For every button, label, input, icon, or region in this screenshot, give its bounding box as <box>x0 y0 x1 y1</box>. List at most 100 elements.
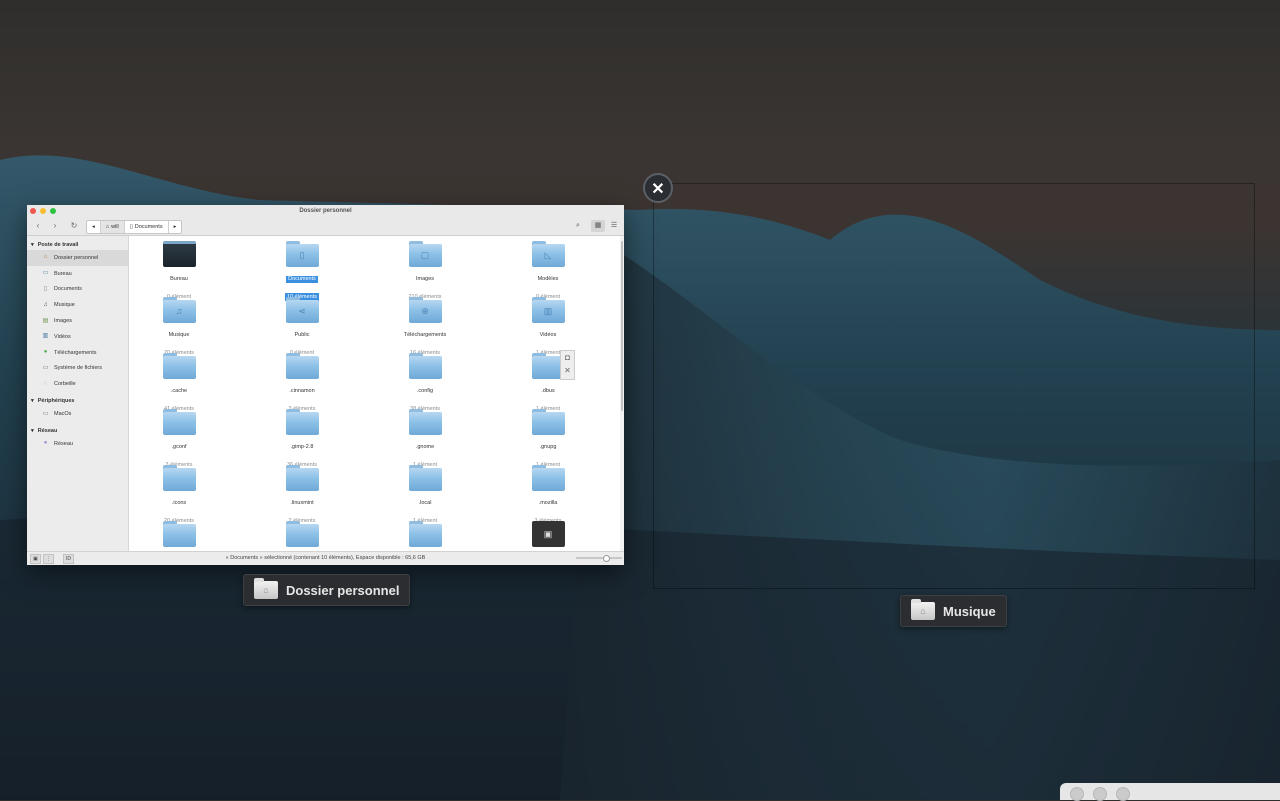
file-item[interactable]: .cinnamon 3 éléments <box>262 353 342 415</box>
file-item[interactable]: .gconf 3 éléments <box>139 409 219 471</box>
file-item[interactable]: .gnome 1 élément <box>385 409 465 471</box>
video-file-icon: ▣ <box>531 521 565 547</box>
forward-icon[interactable]: › <box>48 220 62 232</box>
close-workspace-button[interactable]: ✕ <box>643 173 673 203</box>
breadcrumb-documents[interactable]: ▯ Documents <box>125 221 169 233</box>
sidebar-item[interactable]: ● Réseau <box>27 436 128 452</box>
icon-view-button[interactable]: ▦ <box>591 220 605 232</box>
file-item[interactable]: .icons 20 éléments <box>139 465 219 527</box>
sidebar: ▾ Poste de travail ⌂ Dossier personnel ▭ Bure… <box>27 236 129 552</box>
file-name: .gconf <box>171 444 187 450</box>
file-item[interactable]: .linuxmint 2 éléments <box>262 465 342 527</box>
folder-icon: ▥ <box>531 297 565 323</box>
file-name: .gnome <box>415 444 435 450</box>
breadcrumb-prev-button[interactable]: ◂ <box>87 221 101 233</box>
minimize-window-button[interactable] <box>40 208 46 214</box>
search-icon[interactable]: ⌕ <box>572 220 584 232</box>
bottom-window-peek[interactable] <box>1060 783 1280 801</box>
sidebar-item[interactable]: ▤ Images <box>27 313 128 329</box>
folder-icon <box>408 409 442 435</box>
sidebar-section-header[interactable]: ▾ Réseau <box>27 422 128 436</box>
folder-icon: ⊕ <box>408 297 442 323</box>
drive-icon: ▭ <box>42 364 49 371</box>
sidebar-item[interactable]: ▭ MacOs <box>27 406 128 422</box>
file-name: Public <box>294 332 310 338</box>
network-icon: ● <box>43 440 48 447</box>
window-titlebar[interactable]: Dossier personnel <box>27 205 624 217</box>
file-item[interactable]: .gimp-2.8 36 éléments <box>262 409 342 471</box>
home-folder-icon: ⌂ <box>254 578 278 599</box>
drive-icon: ▭ <box>42 410 49 417</box>
sidebar-item[interactable]: ♫ Musique <box>27 297 128 313</box>
zoom-slider-knob[interactable] <box>603 555 610 562</box>
lock-icon: ◘ <box>565 353 570 362</box>
sidebar-item[interactable]: ▭ Système de fichiers <box>27 361 128 377</box>
lock-emblem-icon: ◘ ✕ <box>560 350 575 380</box>
file-item[interactable]: .cache 41 éléments <box>139 353 219 415</box>
file-item[interactable]: Bureau 0 élément <box>139 241 219 303</box>
reload-icon[interactable]: ↻ <box>67 220 81 232</box>
folder-icon <box>531 409 565 435</box>
home-icon: ⌂ <box>43 254 48 261</box>
file-item[interactable] <box>385 521 465 547</box>
breadcrumb-next-button[interactable]: ▸ <box>169 221 182 233</box>
sidebar-item[interactable]: ▥ Vidéos <box>27 329 128 345</box>
file-name: .icons <box>171 500 187 506</box>
file-manager-window[interactable]: Dossier personnel ‹ › ↻ ◂ ⌂ will ▯ Documen… <box>27 205 624 565</box>
folder-icon <box>408 465 442 491</box>
list-view-button[interactable]: ☰ <box>607 220 621 232</box>
file-item[interactable]: ▢ Images 210 éléments <box>385 241 465 303</box>
close-window-button[interactable] <box>30 208 36 214</box>
dock-dot[interactable] <box>1116 787 1130 801</box>
home-icon: ⌂ <box>105 223 110 230</box>
file-name: .local <box>418 500 432 506</box>
file-name: .cinnamon <box>289 388 315 394</box>
dock-dot[interactable] <box>1070 787 1084 801</box>
file-item[interactable]: ▯ Documents 10 éléments <box>262 241 342 303</box>
sidebar-item[interactable]: ▭ Bureau <box>27 266 128 282</box>
folder-icon <box>408 521 442 547</box>
sidebar-section-header[interactable]: ▾ Périphériques <box>27 392 128 406</box>
sidebar-item[interactable]: ● Téléchargements <box>27 345 128 361</box>
back-icon[interactable]: ‹ <box>31 220 45 232</box>
window-label-musique[interactable]: ⌂ Musique <box>900 595 1007 627</box>
file-item[interactable]: .gnupg 1 élément <box>508 409 588 471</box>
zoom-slider[interactable] <box>576 555 622 562</box>
sidebar-item[interactable]: ◌ Corbeille <box>27 376 128 392</box>
file-item[interactable] <box>139 521 219 547</box>
sidebar-item[interactable]: ⌂ Dossier personnel <box>27 250 128 266</box>
workspace-window-outline[interactable] <box>653 183 1255 589</box>
file-name: Téléchargements <box>403 332 447 338</box>
file-item[interactable]: .dbus 1 élément <box>508 353 588 415</box>
sidebar-section-header[interactable]: ▾ Poste de travail <box>27 236 128 250</box>
file-name: Bureau <box>170 276 188 282</box>
maximize-window-button[interactable] <box>50 208 56 214</box>
trash-icon: ◌ <box>43 380 48 387</box>
download-icon: ● <box>43 349 48 356</box>
file-view[interactable]: Bureau 0 élément ▯ Documents 10 éléments ▢ Ima… <box>129 236 624 552</box>
scrollbar-thumb[interactable] <box>621 241 623 411</box>
scrollbar[interactable] <box>620 236 624 552</box>
folder-icon: ◺ <box>531 241 565 267</box>
file-item[interactable]: .local 1 élément <box>385 465 465 527</box>
file-item[interactable]: ◺ Modèles 0 élément <box>508 241 588 303</box>
breadcrumb-home[interactable]: ⌂ will <box>100 221 125 233</box>
file-item[interactable]: ♫ Musique 70 éléments <box>139 297 219 359</box>
file-item[interactable]: ⊕ Téléchargements 16 éléments <box>385 297 465 359</box>
file-item[interactable] <box>262 521 342 547</box>
status-bar: ▣ ⋮ ID « Documents » sélectionné (conten… <box>27 551 624 565</box>
folder-icon <box>285 465 319 491</box>
file-name: Documents <box>286 276 318 283</box>
file-item[interactable]: .mozilla3 éléments <box>508 465 588 527</box>
file-name: .dbus <box>541 388 555 394</box>
file-item[interactable]: .config 38 éléments <box>385 353 465 415</box>
window-label-dossier-personnel[interactable]: ⌂ Dossier personnel <box>243 574 411 606</box>
dock-dot[interactable] <box>1093 787 1107 801</box>
file-item[interactable]: ▥ Vidéos 1 élément <box>508 297 588 359</box>
file-name: .config <box>416 388 434 394</box>
file-item[interactable]: ▣ <box>508 521 588 547</box>
file-item[interactable]: ⋖ Public 0 élément <box>262 297 342 359</box>
sidebar-item[interactable]: ▯ Documents <box>27 282 128 298</box>
file-name: .mozilla <box>538 500 558 506</box>
desktop-icon: ▭ <box>42 270 49 277</box>
